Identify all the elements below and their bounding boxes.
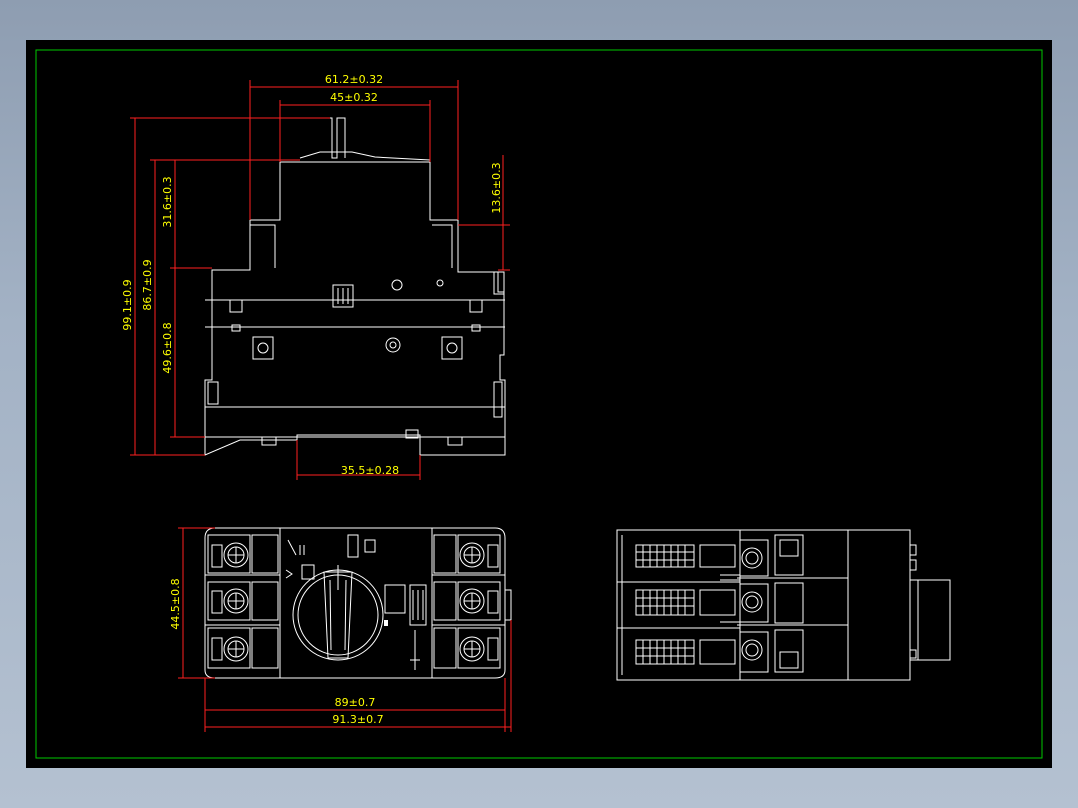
bottom-terminals [720, 534, 804, 673]
left-terminals [207, 534, 279, 669]
bottom-knob [909, 579, 951, 661]
side-view-dimensions [130, 80, 510, 480]
cad-drawing: 61.2±0.32 45±0.32 13.6±0.3 99.1±0.9 86.7… [35, 49, 1043, 759]
dim-height-lower: 49.6±0.8 [161, 322, 174, 373]
dim-right-step: 13.6±0.3 [490, 162, 503, 213]
dim-height-body: 86.7±0.9 [141, 259, 154, 310]
right-terminals [433, 534, 512, 669]
drawing-sheet: 61.2±0.32 45±0.32 13.6±0.3 99.1±0.9 86.7… [26, 40, 1052, 768]
dim-front-width-outer: 91.3±0.7 [332, 713, 383, 726]
front-view [204, 527, 512, 679]
drawing-frame [35, 49, 1043, 759]
bottom-view [616, 529, 951, 681]
dim-top-width-outer: 61.2±0.32 [325, 73, 383, 86]
vent-slots [635, 544, 736, 665]
dim-rail-width: 35.5±0.28 [341, 464, 399, 477]
dim-height-upper: 31.6±0.3 [161, 176, 174, 227]
dim-front-height: 44.5±0.8 [169, 578, 182, 629]
dim-top-width-inner: 45±0.32 [330, 91, 378, 104]
dim-front-width-inner: 89±0.7 [335, 696, 376, 709]
dim-height-total: 99.1±0.9 [121, 279, 134, 330]
